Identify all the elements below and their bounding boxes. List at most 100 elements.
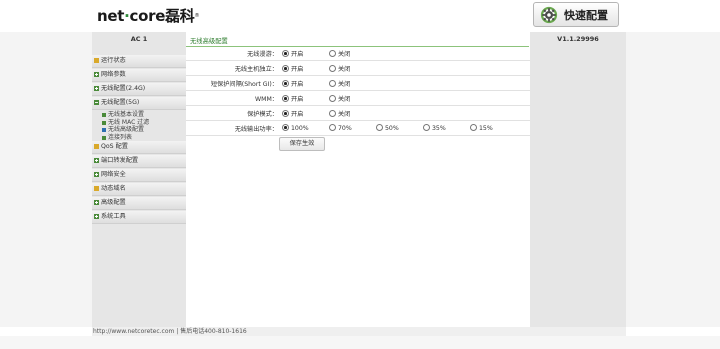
radio-icon xyxy=(329,65,336,72)
radio-icon xyxy=(329,110,336,117)
submenu-label: 无线基本设置 xyxy=(108,111,145,118)
firmware-version: V1.1.29996 xyxy=(557,35,599,43)
sidebar-item-advanced[interactable]: 高级配置 xyxy=(92,197,186,211)
isolation-off-radio[interactable]: 关闭 xyxy=(329,64,350,73)
option-label: 50% xyxy=(385,125,399,132)
power-35-radio[interactable]: 35% xyxy=(423,124,446,132)
field-label: 无线漫游： xyxy=(247,51,278,58)
radio-icon xyxy=(329,80,336,87)
quick-config-label: 快速配置 xyxy=(564,8,608,22)
page-margin-right xyxy=(626,32,720,327)
dot-icon xyxy=(94,144,99,150)
logo-registered: ® xyxy=(194,13,200,19)
submenu-item-connections[interactable]: 连接列表 xyxy=(102,133,186,142)
sidebar-item-qos[interactable]: QoS 配置 xyxy=(92,141,186,155)
row-short-gi: 短保护间隔(Short GI)： 开启 关闭 xyxy=(186,76,530,91)
power-15-radio[interactable]: 15% xyxy=(470,124,493,132)
save-button[interactable]: 保存生效 xyxy=(279,137,325,151)
row-roaming: 无线漫游： 开启 关闭 xyxy=(186,46,530,61)
sidebar-item-label: 系统工具 xyxy=(101,213,126,221)
isolation-on-radio[interactable]: 开启 xyxy=(282,64,303,73)
option-label: 开启 xyxy=(291,111,304,118)
collapse-icon xyxy=(94,100,99,105)
sidebar-item-ddns[interactable]: 动态域名 xyxy=(92,183,186,197)
header: net·core磊科® 快速配置 xyxy=(0,0,720,32)
bullet-icon xyxy=(102,113,106,117)
option-label: 关闭 xyxy=(338,111,351,118)
protection-on-radio[interactable]: 开启 xyxy=(282,109,303,118)
sidebar-item-label: 无线配置(5G) xyxy=(101,99,140,106)
bullet-icon xyxy=(102,128,106,133)
right-panel: V1.1.29996 xyxy=(530,32,626,327)
sidebar-item-security[interactable]: 网络安全 xyxy=(92,169,186,183)
logo-cn: 磊科 xyxy=(165,7,195,25)
dot-icon xyxy=(94,58,99,63)
wmm-on-radio[interactable]: 开启 xyxy=(282,94,303,103)
main-content: 无线高级配置 无线漫游： 开启 关闭 无线主机独立： 开启 关闭 短保护间隔(S… xyxy=(186,32,530,327)
expand-icon xyxy=(94,86,99,91)
radio-icon xyxy=(282,50,289,57)
sidebar-item-label: 高级配置 xyxy=(101,199,126,207)
row-client-isolation: 无线主机独立： 开启 关闭 xyxy=(186,61,530,76)
sidebar-item-port-forward[interactable]: 端口转发配置 xyxy=(92,155,186,169)
option-label: 开启 xyxy=(291,66,304,73)
protection-off-radio[interactable]: 关闭 xyxy=(329,109,350,118)
radio-icon xyxy=(329,124,336,131)
row-wmm: WMM： 开启 关闭 xyxy=(186,91,530,106)
wmm-off-radio[interactable]: 关闭 xyxy=(329,94,350,103)
submenu-item-basic[interactable]: 无线基本设置 xyxy=(102,111,186,119)
expand-icon xyxy=(94,200,99,206)
expand-icon xyxy=(94,158,99,164)
field-label: 短保护间隔(Short GI)： xyxy=(210,81,278,88)
option-label: 关闭 xyxy=(338,51,351,58)
expand-icon xyxy=(94,214,99,220)
roaming-on-radio[interactable]: 开启 xyxy=(282,49,303,58)
submenu-label: 无线 MAC 过滤 xyxy=(108,118,150,126)
sidebar-item-label: 网络安全 xyxy=(101,171,126,179)
bullet-icon xyxy=(102,135,106,140)
power-100-radio[interactable]: 100% xyxy=(282,124,309,132)
sidebar-item-network[interactable]: 网络参数 xyxy=(92,69,186,82)
logo-text: net xyxy=(97,7,125,25)
radio-icon xyxy=(282,95,289,102)
wireless-5g-submenu: 无线基本设置 无线 MAC 过滤 无线高级配置 连接列表 xyxy=(92,111,186,142)
field-label: WMM： xyxy=(255,96,278,103)
bullet-icon xyxy=(102,120,106,125)
field-label: 无线输出功率： xyxy=(234,126,278,133)
tab-wireless-advanced[interactable]: 无线高级配置 xyxy=(190,36,228,45)
radio-icon xyxy=(470,124,477,131)
row-protection: 保护模式： 开启 关闭 xyxy=(186,106,530,121)
radio-icon xyxy=(423,124,430,131)
sidebar-item-status[interactable]: 运行状态 xyxy=(92,55,186,68)
footer: http://www.netcoretec.com | 售后电话400-810-… xyxy=(92,327,626,336)
sidebar-menu: 运行状态 网络参数 无线配置(2.4G) 无线配置(5G) 无线基本设置 无线 … xyxy=(92,55,186,225)
sidebar-item-label: 运行状态 xyxy=(101,57,126,64)
radio-icon xyxy=(329,50,336,57)
option-label: 100% xyxy=(291,125,309,132)
radio-icon xyxy=(282,110,289,117)
submenu-label: 连接列表 xyxy=(108,133,133,141)
power-50-radio[interactable]: 50% xyxy=(376,124,399,132)
roaming-off-radio[interactable]: 关闭 xyxy=(329,49,350,58)
logo-text-2: core xyxy=(129,7,166,25)
page-bottom xyxy=(0,336,720,349)
footer-text: http://www.netcoretec.com | 售后电话400-810-… xyxy=(93,328,247,335)
sidebar-item-system-tools[interactable]: 系统工具 xyxy=(92,211,186,225)
option-label: 关闭 xyxy=(338,96,351,103)
submenu-label: 无线高级配置 xyxy=(108,126,145,134)
submenu-item-advanced[interactable]: 无线高级配置 xyxy=(102,126,186,134)
dot-icon xyxy=(94,186,99,192)
radio-icon xyxy=(282,65,289,72)
option-label: 15% xyxy=(479,125,493,132)
option-label: 35% xyxy=(432,125,446,132)
short-gi-on-radio[interactable]: 开启 xyxy=(282,79,303,88)
option-label: 关闭 xyxy=(338,81,351,88)
option-label: 关闭 xyxy=(338,66,351,73)
power-70-radio[interactable]: 70% xyxy=(329,124,352,132)
radio-icon xyxy=(282,124,289,131)
expand-icon xyxy=(94,72,99,77)
sidebar-item-wireless-24g[interactable]: 无线配置(2.4G) xyxy=(92,83,186,96)
short-gi-off-radio[interactable]: 关闭 xyxy=(329,79,350,88)
sidebar-item-wireless-5g[interactable]: 无线配置(5G) xyxy=(92,97,186,110)
quick-config-button[interactable]: 快速配置 xyxy=(533,2,619,27)
